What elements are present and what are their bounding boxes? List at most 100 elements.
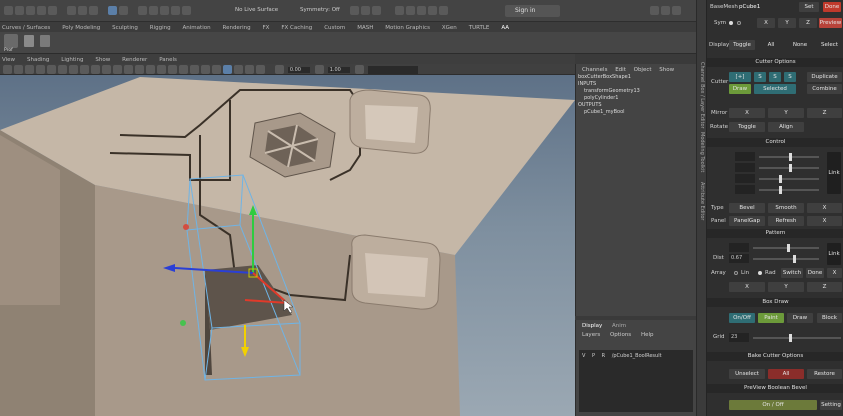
shelf-tab[interactable]: FX xyxy=(263,25,270,31)
shelf-tab[interactable]: TURTLE xyxy=(469,25,490,31)
view-transform-field[interactable] xyxy=(367,65,418,74)
field-chart-icon[interactable] xyxy=(91,65,100,74)
bevel-on-off-button[interactable]: On / Off xyxy=(729,400,817,410)
sym-z-button[interactable]: Z xyxy=(799,18,817,28)
axis-y-button[interactable]: Y xyxy=(768,282,804,292)
snap-surface-icon[interactable] xyxy=(181,6,191,15)
dist-slider[interactable] xyxy=(753,255,819,263)
panel-x-button[interactable]: X xyxy=(807,216,842,226)
safe-action-icon[interactable] xyxy=(102,65,111,74)
select-tool-icon[interactable] xyxy=(107,6,117,15)
camera-attr-icon[interactable] xyxy=(14,65,23,74)
menu-shading[interactable]: Shading xyxy=(27,57,49,63)
new-scene-icon[interactable] xyxy=(4,6,13,15)
selected-button[interactable]: Selected xyxy=(754,84,796,94)
playback-toggle[interactable]: P xyxy=(592,353,595,359)
box-on-off-button[interactable]: On/Off xyxy=(729,313,755,323)
hypershade-icon[interactable] xyxy=(394,6,404,15)
snap-grid-icon[interactable] xyxy=(137,6,147,15)
backface-culling-icon[interactable] xyxy=(256,65,265,74)
camera-icon[interactable] xyxy=(3,65,12,74)
use-all-lights-icon[interactable] xyxy=(157,65,166,74)
lasso-tool-icon[interactable] xyxy=(118,6,128,15)
shelf-tab[interactable]: Rendering xyxy=(223,25,251,31)
draw-button[interactable]: Draw xyxy=(729,84,751,94)
type-x-button[interactable]: X xyxy=(807,203,842,213)
snap-point-icon[interactable] xyxy=(159,6,169,15)
shelf-tab[interactable]: Animation xyxy=(183,25,211,31)
mirror-z-button[interactable]: Z xyxy=(807,108,842,118)
visibility-toggle[interactable]: V xyxy=(582,353,585,359)
tab-object[interactable]: Object xyxy=(634,67,652,73)
bevel-button[interactable]: Bevel xyxy=(729,203,765,213)
box-draw-button[interactable]: Draw xyxy=(787,313,813,323)
control-slider-1[interactable] xyxy=(759,153,819,161)
display-all-button[interactable]: All xyxy=(759,40,783,50)
shelf-tab[interactable]: Motion Graphics xyxy=(385,25,430,31)
mirror-y-button[interactable]: Y xyxy=(768,108,804,118)
side-tab-modeling-toolkit[interactable]: Modeling Toolkit xyxy=(699,132,705,172)
setting-button[interactable]: Setting xyxy=(820,400,842,410)
grid-field[interactable]: 23 xyxy=(729,333,749,342)
cutter-add-button[interactable]: [+] xyxy=(729,72,751,82)
control-slider-3[interactable] xyxy=(759,175,819,183)
control-field-1[interactable] xyxy=(735,152,755,161)
gamma-field[interactable]: 1.00 xyxy=(327,66,350,73)
preview-button[interactable]: Preview xyxy=(819,18,842,28)
shelf-script-icon[interactable] xyxy=(24,35,34,47)
side-tab-channel-box[interactable]: Channel Box / Layer Editor xyxy=(699,62,705,129)
tab-edit[interactable]: Edit xyxy=(615,67,626,73)
rad-radio[interactable] xyxy=(758,271,762,275)
display-none-button[interactable]: None xyxy=(787,40,813,50)
bake-all-button[interactable]: All xyxy=(768,369,804,379)
render-view-icon[interactable] xyxy=(405,6,415,15)
modeling-toolkit-icon[interactable] xyxy=(427,6,437,15)
tab-channels[interactable]: Channels xyxy=(582,67,607,73)
menu-renderer[interactable]: Renderer xyxy=(122,57,147,63)
sym-radio-off[interactable] xyxy=(737,21,741,25)
redo-icon[interactable] xyxy=(48,6,57,15)
attribute-editor-toggle-icon[interactable] xyxy=(661,6,670,15)
select-by-component-icon[interactable] xyxy=(88,6,98,15)
shelf-tab[interactable]: FX Caching xyxy=(281,25,312,31)
shelf-tool-icon[interactable] xyxy=(40,35,50,47)
select-by-object-icon[interactable] xyxy=(77,6,87,15)
axis-z-button[interactable]: Z xyxy=(807,282,842,292)
channel-box-toggle-icon[interactable] xyxy=(650,6,659,15)
snap-view-icon[interactable] xyxy=(170,6,180,15)
sym-y-button[interactable]: Y xyxy=(778,18,796,28)
viewport-3d[interactable] xyxy=(0,75,575,416)
axis-x-button[interactable]: X xyxy=(729,282,765,292)
array-done-button[interactable]: Done xyxy=(806,268,824,278)
undo-icon[interactable] xyxy=(37,6,46,15)
array-x-button[interactable]: X xyxy=(827,268,842,278)
render-settings-icon[interactable] xyxy=(372,6,381,15)
combine-button[interactable]: Combine xyxy=(807,84,842,94)
dist-field[interactable]: 0.67 xyxy=(729,254,749,263)
bookmark-icon[interactable] xyxy=(25,65,34,74)
smooth-shade-icon[interactable] xyxy=(124,65,133,74)
textured-icon[interactable] xyxy=(146,65,155,74)
shelf-tab[interactable]: Rigging xyxy=(150,25,171,31)
attribute-icon[interactable] xyxy=(438,6,448,15)
tab-display[interactable]: Display xyxy=(582,323,602,329)
pattern-link-button[interactable]: Link xyxy=(827,243,841,265)
xray-icon[interactable] xyxy=(234,65,243,74)
menu-show[interactable]: Show xyxy=(95,57,110,63)
wireframe-icon[interactable] xyxy=(113,65,122,74)
paint-button[interactable]: Paint xyxy=(758,313,784,323)
cutter-s2-button[interactable]: S xyxy=(769,72,781,82)
layer-row[interactable]: V P R /pCube1_BoolResult xyxy=(582,353,662,359)
unselect-button[interactable]: Unselect xyxy=(729,369,765,379)
tab-anim[interactable]: Anim xyxy=(612,323,626,329)
rotate-toggle-button[interactable]: Toggle xyxy=(729,122,765,132)
pattern-count-slider[interactable] xyxy=(753,244,819,252)
isolate-select-icon[interactable] xyxy=(223,65,232,74)
sym-radio-on[interactable] xyxy=(729,21,733,25)
open-scene-icon[interactable] xyxy=(15,6,24,15)
depth-of-field-icon[interactable] xyxy=(212,65,221,74)
sign-in-button[interactable]: Sign in xyxy=(505,5,560,17)
menu-lighting[interactable]: Lighting xyxy=(61,57,83,63)
menu-view[interactable]: View xyxy=(2,57,15,63)
wireframe-on-shaded-icon[interactable] xyxy=(135,65,144,74)
